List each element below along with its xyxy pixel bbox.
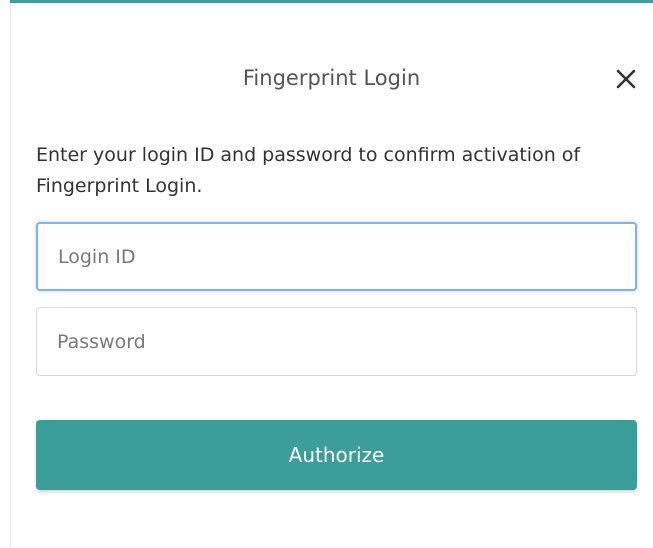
dialog-title: Fingerprint Login — [242, 66, 421, 90]
password-input[interactable] — [36, 307, 637, 376]
close-button[interactable] — [609, 62, 643, 96]
instruction-text: Enter your login ID and password to conf… — [36, 144, 581, 197]
login-id-input[interactable] — [36, 222, 637, 291]
accent-top-border — [10, 0, 653, 3]
close-icon — [616, 69, 636, 89]
fingerprint-login-dialog: Fingerprint Login Enter your login ID an… — [0, 0, 653, 548]
dialog-header: Fingerprint Login — [10, 58, 653, 100]
authorize-button[interactable]: Authorize — [36, 420, 637, 490]
